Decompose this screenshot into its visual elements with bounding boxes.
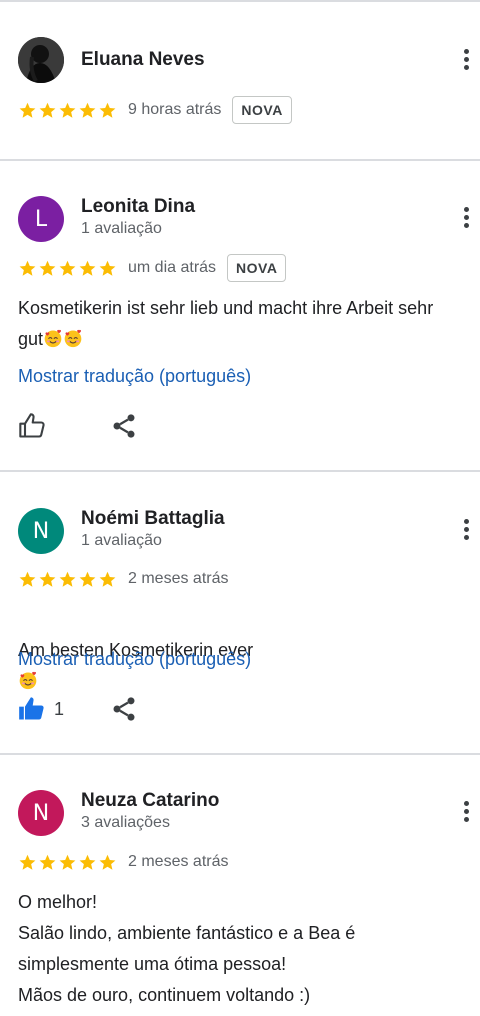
thumb-up-icon[interactable] bbox=[18, 695, 46, 723]
review-actions bbox=[18, 411, 46, 441]
star-icon bbox=[78, 853, 97, 872]
star-icon bbox=[38, 570, 57, 589]
star-icon bbox=[58, 853, 77, 872]
share-icon[interactable] bbox=[110, 412, 138, 440]
reviewer-name[interactable]: Leonita Dina bbox=[81, 196, 195, 218]
star-rating bbox=[18, 101, 117, 120]
review-date: um dia atrás bbox=[128, 259, 217, 276]
review-text: O melhor! Salão lindo, ambiente fantásti… bbox=[18, 892, 356, 1005]
more-options-icon[interactable] bbox=[461, 47, 471, 73]
review-divider bbox=[0, 470, 480, 472]
star-rating bbox=[18, 853, 117, 872]
star-icon bbox=[38, 101, 57, 120]
star-icon bbox=[38, 259, 57, 278]
avatar[interactable]: N bbox=[18, 508, 64, 554]
review-date: 2 meses atrás bbox=[128, 853, 229, 870]
avatar[interactable]: N bbox=[18, 790, 64, 836]
star-icon bbox=[78, 259, 97, 278]
review-card: Eluana Neves 9 horas atrás NOVA bbox=[0, 0, 480, 160]
review-text-line: gut bbox=[18, 324, 480, 355]
new-badge: NOVA bbox=[227, 254, 287, 282]
star-icon bbox=[58, 570, 77, 589]
star-icon bbox=[98, 101, 117, 120]
rating-row: um dia atrás NOVA bbox=[18, 253, 287, 283]
review-divider bbox=[0, 753, 480, 755]
new-badge: NOVA bbox=[232, 96, 292, 124]
star-icon bbox=[58, 259, 77, 278]
review-count: 3 avaliações bbox=[81, 814, 170, 831]
review-actions: 1 bbox=[18, 694, 64, 724]
rating-row: 2 meses atrás bbox=[18, 847, 228, 877]
show-translation-link[interactable]: Mostrar tradução (português) bbox=[18, 366, 251, 387]
more-options-icon[interactable] bbox=[461, 517, 471, 543]
smiling-face-with-hearts-emoji bbox=[63, 328, 83, 348]
review-count: 1 avaliação bbox=[81, 220, 162, 237]
reviewer-name[interactable]: Neuza Catarino bbox=[81, 790, 219, 812]
review-divider bbox=[0, 159, 480, 161]
thumb-up-icon[interactable] bbox=[18, 412, 46, 440]
review-date: 9 horas atrás bbox=[128, 101, 222, 118]
star-icon bbox=[98, 570, 117, 589]
review-date: 2 meses atrás bbox=[128, 570, 229, 587]
reviewer-name[interactable]: Eluana Neves bbox=[81, 49, 205, 71]
smiling-face-with-hearts-emoji bbox=[43, 328, 63, 348]
star-icon bbox=[78, 570, 97, 589]
star-icon bbox=[98, 259, 117, 278]
star-icon bbox=[18, 259, 37, 278]
profile-photo bbox=[18, 37, 64, 83]
rating-row: 2 meses atrás bbox=[18, 564, 228, 594]
star-rating bbox=[18, 570, 117, 589]
show-translation-link[interactable]: Mostrar tradução (português) bbox=[18, 649, 251, 670]
star-icon bbox=[18, 570, 37, 589]
star-icon bbox=[18, 853, 37, 872]
review-text-word: gut bbox=[18, 329, 44, 349]
star-icon bbox=[78, 101, 97, 120]
avatar[interactable] bbox=[18, 37, 64, 83]
review-count: 1 avaliação bbox=[81, 532, 162, 549]
share-icon[interactable] bbox=[110, 695, 138, 723]
like-count: 1 bbox=[54, 698, 65, 719]
avatar[interactable]: L bbox=[18, 196, 64, 242]
star-rating bbox=[18, 259, 117, 278]
reviewer-name[interactable]: Noémi Battaglia bbox=[81, 508, 225, 530]
rating-row: 9 horas atrás NOVA bbox=[18, 95, 292, 125]
review-text-line: Kosmetikerin ist sehr lieb und macht ihr… bbox=[18, 298, 434, 318]
smiling-face-with-hearts-emoji bbox=[18, 670, 38, 690]
star-icon bbox=[18, 101, 37, 120]
star-icon bbox=[38, 853, 57, 872]
star-icon bbox=[98, 853, 117, 872]
more-options-icon[interactable] bbox=[461, 205, 471, 231]
review-text: Kosmetikerin ist sehr lieb und macht ihr… bbox=[18, 293, 480, 355]
star-icon bbox=[58, 101, 77, 120]
more-options-icon[interactable] bbox=[461, 799, 471, 825]
